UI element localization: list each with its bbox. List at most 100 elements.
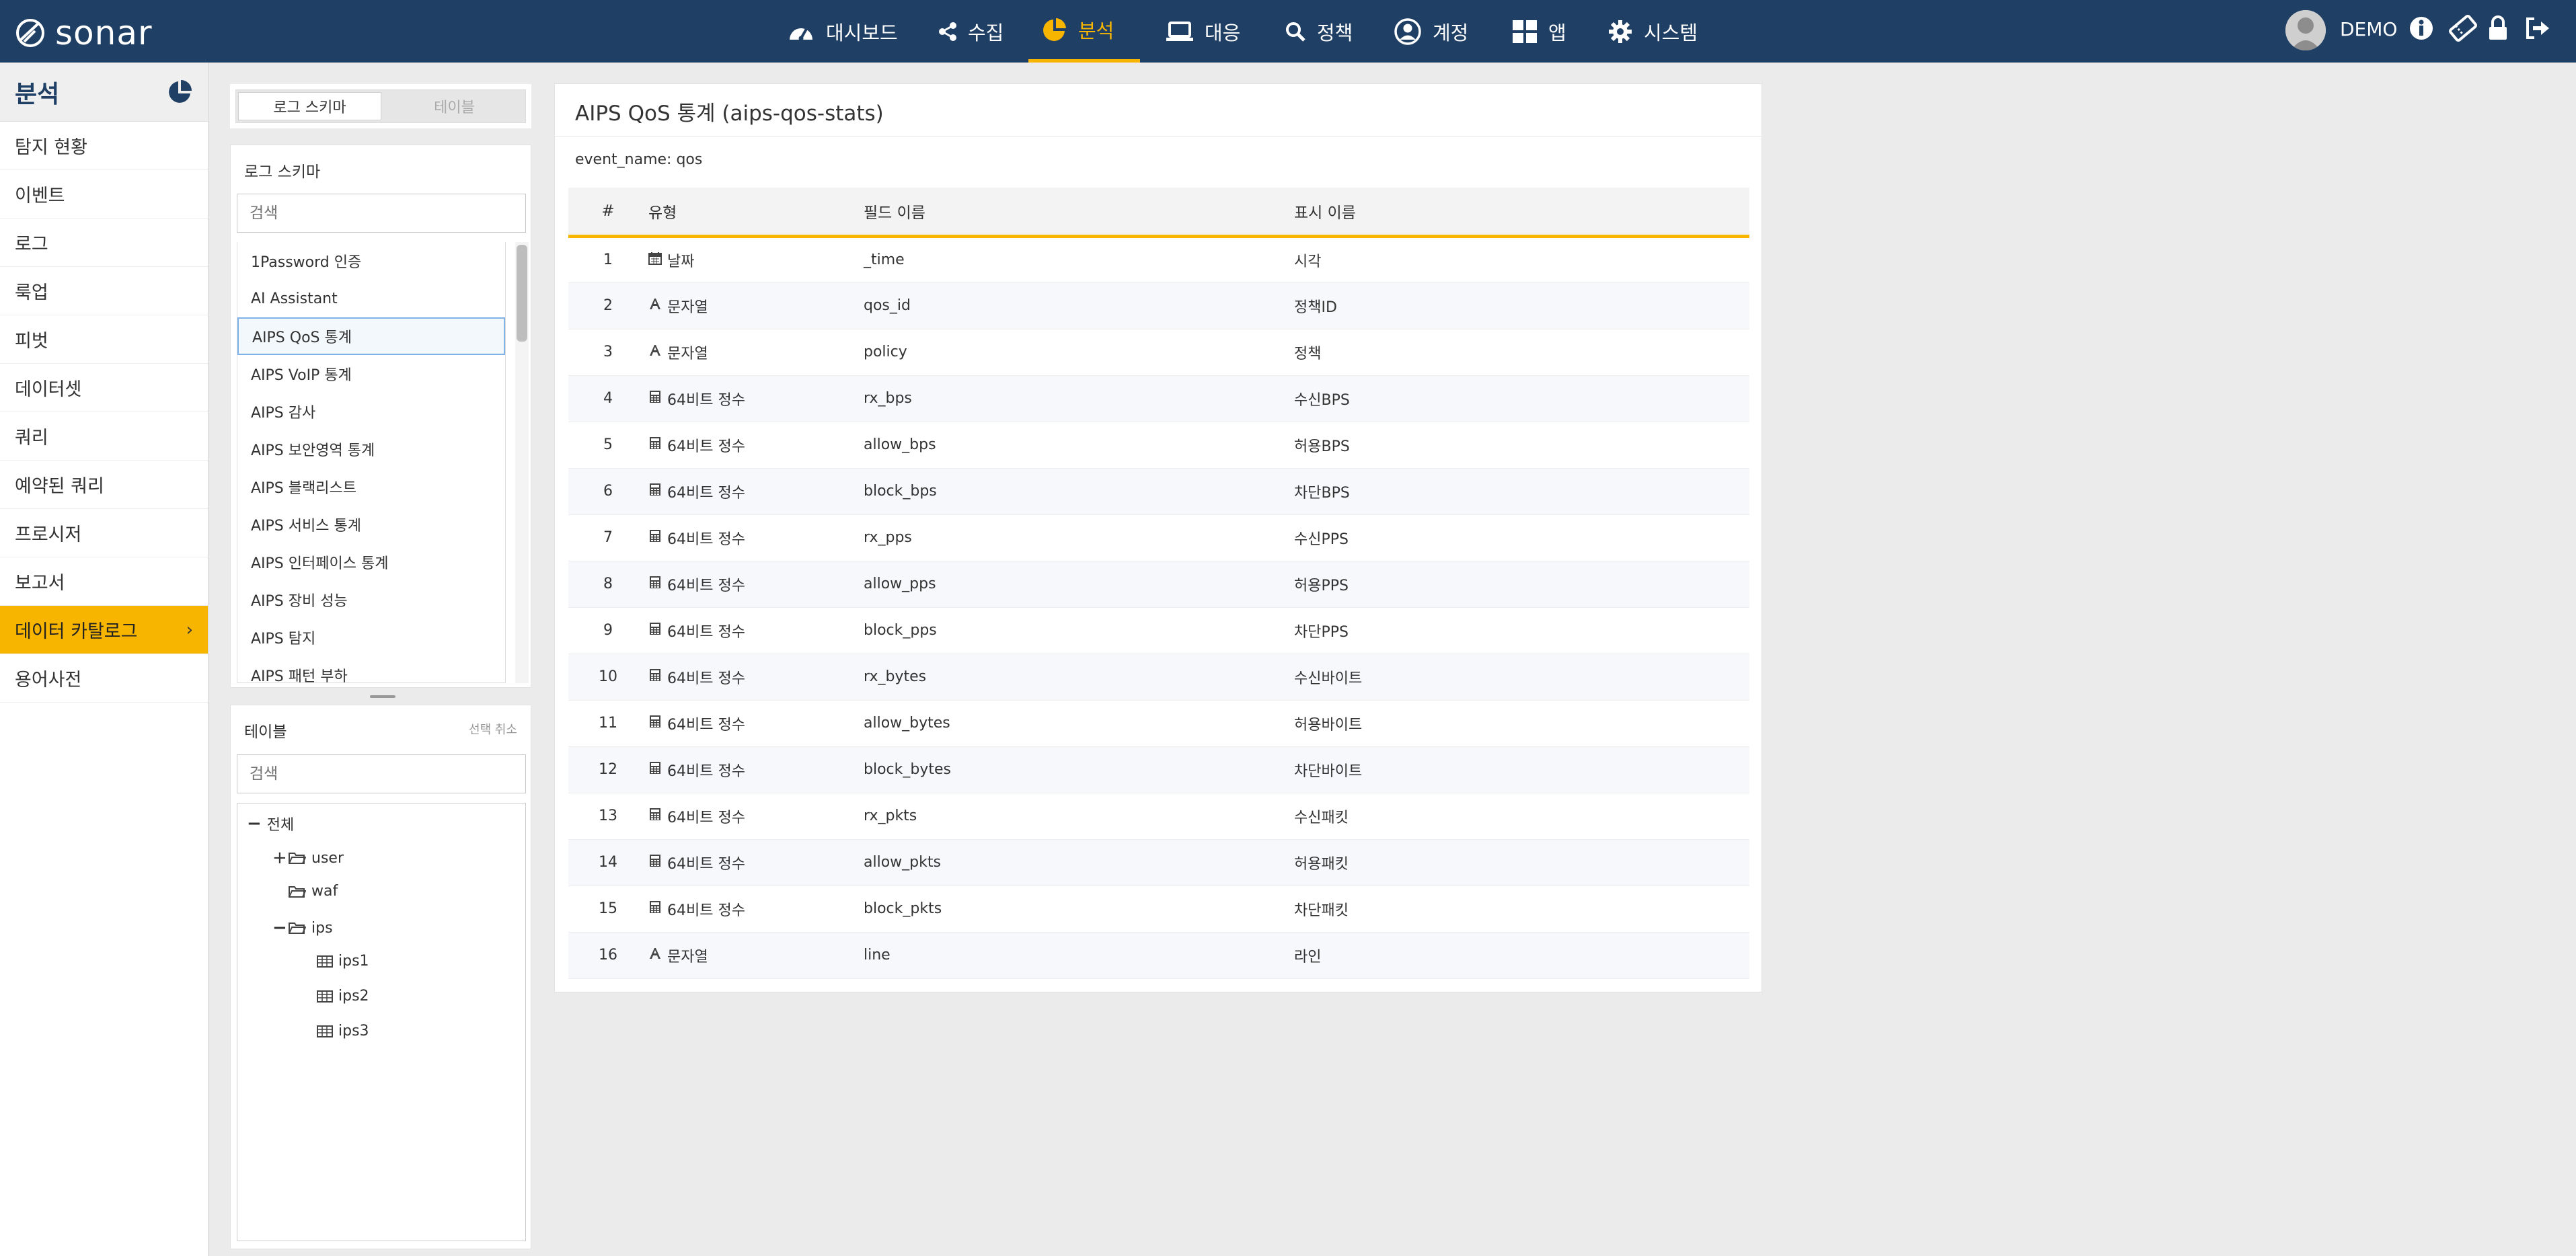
nav-analysis[interactable]: 분석 [1028, 0, 1140, 63]
collapse-icon[interactable]: − [272, 918, 287, 938]
sidebar-item-label: 피벗 [15, 331, 48, 352]
sidebar-item-scheduled-query[interactable]: 예약된 쿼리 [0, 461, 208, 509]
calculator-icon [648, 715, 662, 732]
sidebar-item-pivot[interactable]: 피벗 [0, 315, 208, 364]
collapse-icon[interactable]: − [247, 814, 262, 834]
sidebar-item-detection-status[interactable]: 탐지 현황 [0, 122, 208, 170]
table-row[interactable]: 3 문자열 policy 정책 [568, 329, 1749, 376]
table-row[interactable]: 9 64비트 정수 block_pps 차단PPS [568, 607, 1749, 654]
sonar-logo[interactable]: sonar [15, 13, 153, 52]
schema-item[interactable]: AIPS 장비 성능 [237, 581, 505, 619]
table-row[interactable]: 1 날짜 _time 시각 [568, 236, 1749, 283]
sidebar-item-data-catalog[interactable]: 데이터 카탈로그 › [0, 606, 208, 654]
schema-item-selected[interactable]: AIPS QoS 통계 [237, 317, 505, 355]
sidebar-item-events[interactable]: 이벤트 [0, 170, 208, 219]
schema-item[interactable]: AIPS 패턴 부하 [237, 656, 505, 682]
tree-node-ips[interactable]: − ips [272, 918, 333, 938]
panel-resize-handle[interactable] [370, 695, 395, 698]
column-header-type[interactable]: 유형 [648, 188, 863, 238]
sidebar-item-logs[interactable]: 로그 [0, 219, 208, 267]
table-row[interactable]: 12 64비트 정수 block_bytes 차단바이트 [568, 746, 1749, 793]
row-display-name: 허용BPS [1293, 422, 1749, 469]
info-icon[interactable] [2408, 15, 2435, 42]
toggle-table[interactable]: 테이블 [383, 90, 525, 122]
table-row[interactable]: 11 64비트 정수 allow_bytes 허용바이트 [568, 700, 1749, 747]
tree-node-root[interactable]: − 전체 [247, 813, 294, 834]
column-header-field-name[interactable]: 필드 이름 [863, 188, 1293, 238]
table-row[interactable]: 16 문자열 line 라인 [568, 932, 1749, 979]
column-header-number[interactable]: # [568, 188, 648, 238]
row-type: 64비트 정수 [648, 839, 863, 886]
row-display-name: 수신BPS [1293, 375, 1749, 422]
table-row[interactable]: 6 64비트 정수 block_bps 차단BPS [568, 468, 1749, 515]
schema-search-input[interactable] [237, 194, 526, 233]
sidebar-item-query[interactable]: 쿼리 [0, 412, 208, 461]
schema-item[interactable]: 1Password 인증 [237, 242, 505, 280]
nav-collect[interactable]: 수집 [925, 0, 1017, 63]
nav-response[interactable]: 대응 [1152, 0, 1254, 63]
row-field-name: qos_id [863, 282, 1293, 329]
nav-apps[interactable]: 앱 [1499, 0, 1580, 63]
tree-node-label: ips3 [338, 1023, 369, 1039]
table-row[interactable]: 4 64비트 정수 rx_bps 수신BPS [568, 375, 1749, 422]
expand-icon[interactable]: + [272, 848, 287, 868]
sidebar-item-dataset[interactable]: 데이터셋 [0, 364, 208, 412]
nav-policy[interactable]: 정책 [1271, 0, 1366, 63]
schema-item[interactable]: AIPS 블랙리스트 [237, 468, 505, 506]
row-field-name: line [863, 932, 1293, 979]
table-row[interactable]: 14 64비트 정수 allow_pkts 허용패킷 [568, 839, 1749, 886]
sidebar-item-report[interactable]: 보고서 [0, 557, 208, 606]
table-row[interactable]: 15 64비트 정수 block_pkts 차단패킷 [568, 886, 1749, 933]
type-label: 64비트 정수 [667, 531, 745, 548]
tree-node-ips1[interactable]: ips1 [317, 953, 369, 970]
nav-system[interactable]: 시스템 [1594, 0, 1711, 63]
row-field-name: block_pkts [863, 886, 1293, 933]
tree-node-waf[interactable]: waf [289, 883, 338, 900]
sidebar-item-label: 쿼리 [15, 428, 48, 448]
schema-item[interactable]: AIPS 서비스 통계 [237, 506, 505, 543]
column-header-display-name[interactable]: 표시 이름 [1293, 188, 1749, 238]
logout-icon[interactable] [2524, 15, 2552, 42]
toggle-log-schema[interactable]: 로그 스키마 [238, 92, 381, 120]
sidebar-item-glossary[interactable]: 용어사전 [0, 654, 208, 703]
lock-icon[interactable] [2487, 15, 2509, 42]
tree-node-ips2[interactable]: ips2 [317, 988, 369, 1005]
schema-scrollbar[interactable] [517, 245, 527, 342]
schema-item[interactable]: AIPS 탐지 [237, 619, 505, 656]
table-icon [317, 1025, 333, 1037]
sidebar-item-lookup[interactable]: 룩업 [0, 267, 208, 315]
row-number: 8 [568, 561, 648, 608]
tree-node-ips3[interactable]: ips3 [317, 1023, 369, 1039]
username[interactable]: DEMO [2340, 18, 2397, 40]
tree-node-user[interactable]: + user [272, 848, 344, 868]
table-row[interactable]: 10 64비트 정수 rx_bytes 수신바이트 [568, 654, 1749, 701]
avatar[interactable] [2285, 10, 2326, 50]
table-row[interactable]: 8 64비트 정수 allow_pps 허용PPS [568, 561, 1749, 608]
nav-label: 정책 [1317, 21, 1353, 44]
schema-item[interactable]: AIPS VoIP 통계 [237, 355, 505, 393]
user-circle-icon [1394, 17, 1421, 45]
deselect-link[interactable]: 선택 취소 [469, 720, 517, 738]
calculator-icon [648, 761, 662, 779]
dashboard-icon [790, 28, 812, 40]
text-icon [648, 297, 662, 315]
table-row[interactable]: 7 64비트 정수 rx_pps 수신PPS [568, 514, 1749, 561]
row-number: 15 [568, 886, 648, 933]
table-row[interactable]: 5 64비트 정수 allow_bps 허용BPS [568, 422, 1749, 469]
sidebar-item-label: 데이터 카탈로그 [15, 621, 138, 642]
schema-item[interactable]: AI Assistant [237, 280, 505, 317]
table-search-input[interactable] [237, 754, 526, 793]
schema-item[interactable]: AIPS 인터페이스 통계 [237, 543, 505, 581]
row-field-name: block_bytes [863, 746, 1293, 793]
sidebar-item-procedure[interactable]: 프로시저 [0, 509, 208, 557]
schema-item[interactable]: AIPS 보안영역 통계 [237, 430, 505, 468]
table-row[interactable]: 2 문자열 qos_id 정책ID [568, 282, 1749, 329]
ticket-icon[interactable] [2448, 15, 2478, 42]
nav-dashboard[interactable]: 대시보드 [773, 0, 911, 63]
table-row[interactable]: 13 64비트 정수 rx_pkts 수신패킷 [568, 793, 1749, 840]
row-number: 9 [568, 607, 648, 654]
row-display-name: 시각 [1293, 236, 1749, 283]
calculator-icon [648, 900, 662, 918]
nav-account[interactable]: 계정 [1380, 0, 1482, 63]
schema-item[interactable]: AIPS 감사 [237, 393, 505, 430]
